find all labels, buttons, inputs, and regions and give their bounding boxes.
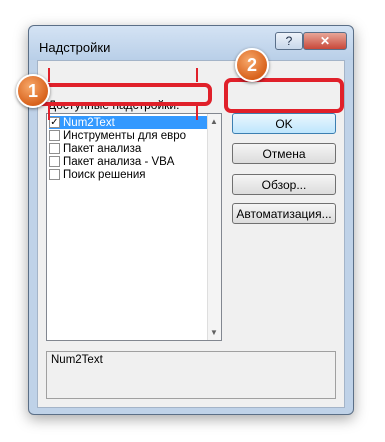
highlight-tick-right [196, 68, 198, 82]
list-item-analysis-toolpak[interactable]: Пакет анализа [49, 142, 207, 155]
highlight-tick-left [48, 68, 50, 82]
list-item-label: Поиск решения [63, 168, 146, 181]
close-button[interactable]: ✕ [303, 32, 347, 50]
list-item-analysis-toolpak-vba[interactable]: Пакет анализа - VBA [49, 155, 207, 168]
help-button[interactable]: ? [275, 32, 303, 50]
dialog-title: Надстройки [39, 40, 111, 55]
description-text: Num2Text [51, 354, 103, 366]
step-1-badge: 1 [16, 74, 50, 108]
scroll-down-icon[interactable]: ▼ [210, 328, 218, 337]
list-item-solver[interactable]: Поиск решения [49, 168, 207, 181]
addins-listbox[interactable]: ✓ Num2Text Инструменты для евро Пакет ан… [46, 113, 222, 341]
ok-button[interactable]: OK [232, 113, 336, 134]
highlight-num2text [36, 83, 212, 106]
list-item-label: Пакет анализа [63, 142, 142, 155]
list-item-euro-tools[interactable]: Инструменты для евро [49, 129, 207, 142]
checkbox-solver[interactable] [49, 169, 60, 180]
automation-button[interactable]: Автоматизация... [232, 203, 336, 224]
vertical-scrollbar[interactable]: ▲ ▼ [207, 114, 221, 340]
browse-button[interactable]: Обзор... [232, 174, 336, 195]
checkbox-analysis-toolpak[interactable] [49, 143, 60, 154]
highlight-tick-right-bottom [196, 106, 198, 120]
description-box: Num2Text [46, 351, 336, 399]
scroll-up-icon[interactable]: ▲ [210, 117, 218, 126]
list-item-label: Num2Text [63, 116, 115, 129]
list-item-num2text[interactable]: ✓ Num2Text [49, 116, 207, 129]
cancel-button[interactable]: Отмена [232, 143, 336, 164]
step-2-badge: 2 [235, 48, 269, 82]
highlight-tick-left-bottom [48, 106, 50, 120]
checkbox-analysis-toolpak-vba[interactable] [49, 156, 60, 167]
highlight-ok-button [224, 78, 344, 113]
list-item-label: Пакет анализа - VBA [63, 155, 175, 168]
title-bar: Надстройки ? ✕ [29, 26, 353, 60]
list-item-label: Инструменты для евро [63, 129, 187, 142]
checkbox-num2text[interactable]: ✓ [49, 117, 60, 128]
checkbox-euro-tools[interactable] [49, 130, 60, 141]
